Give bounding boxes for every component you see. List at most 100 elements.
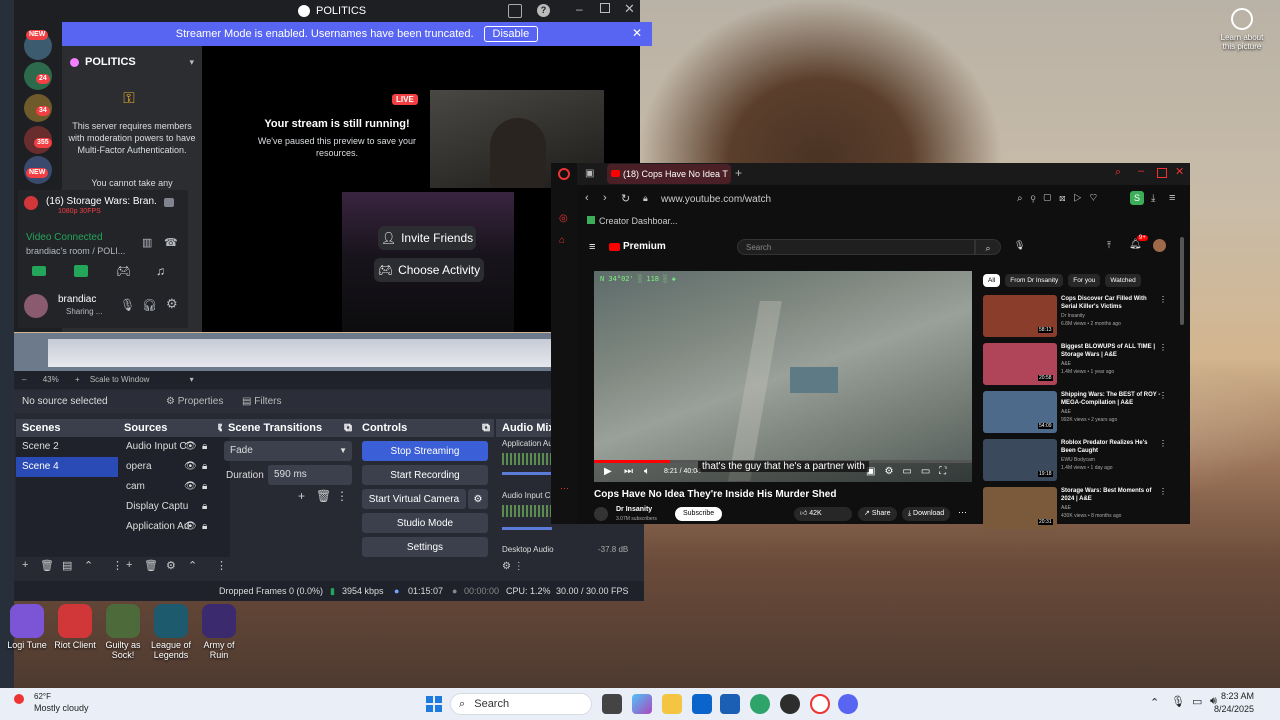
zoom-out-icon[interactable]: – (22, 375, 26, 384)
download-button[interactable]: ⤓ Download (902, 507, 951, 521)
learn-about-picture[interactable]: Learn about this picture (1214, 8, 1270, 51)
trash-icon[interactable]: 🗑︎ (144, 559, 158, 572)
chip-from-channel[interactable]: From Dr Insanity (1005, 274, 1064, 287)
upload-icon[interactable]: ⤒ (1107, 240, 1111, 251)
lock-icon[interactable]: 🔒︎ (202, 477, 207, 497)
lock-icon[interactable]: 🔒︎ (202, 437, 207, 457)
outlook-icon[interactable] (692, 694, 712, 714)
help-icon[interactable]: ? (537, 4, 550, 17)
start-recording-button[interactable]: Start Recording (362, 465, 488, 485)
more-icon[interactable]: ⋮ (216, 559, 227, 572)
mixer-settings-icon[interactable]: ⚙ ⋮ (502, 561, 524, 572)
signal-icon[interactable]: ▥ (142, 236, 152, 249)
zoom-in-icon[interactable]: + (75, 375, 80, 384)
undock-icon[interactable]: ⧉ (482, 419, 490, 437)
player-right-controls[interactable]: ▣⚙▭▭⛶ (866, 466, 955, 477)
youtube-logo[interactable]: Premium (609, 241, 666, 252)
forward-icon[interactable]: › (603, 192, 607, 204)
channel-avatar[interactable] (594, 507, 608, 521)
bookmark-creator-dashboard[interactable]: Creator Dashboar... (587, 216, 678, 226)
clock-time[interactable]: 8:23 AM (1214, 691, 1254, 701)
related-title[interactable]: Storage Wars: Best Moments of 2024 | A&E (1061, 487, 1161, 503)
volume-slider[interactable] (502, 472, 552, 475)
stop-streaming-button[interactable]: Stop Streaming (362, 441, 488, 461)
download-icon[interactable]: ⤓ (1151, 193, 1155, 204)
chip-for-you[interactable]: For you (1068, 274, 1101, 287)
stop-stream-icon[interactable] (164, 198, 174, 207)
task-view-icon[interactable] (602, 694, 622, 714)
chevron-up-icon[interactable]: ⌃ (188, 559, 197, 572)
play-icon[interactable]: ▶ (604, 466, 612, 477)
microphone-icon[interactable]: 🎙︎ (1171, 695, 1185, 708)
file-explorer-icon[interactable] (662, 694, 682, 714)
desktop-icon[interactable]: Army of Ruin (196, 604, 242, 660)
related-video-item[interactable]: 19:18 Roblox Predator Realizes He's Been … (983, 439, 1179, 483)
close-icon[interactable]: ✕ (624, 1, 635, 17)
new-tab-icon[interactable]: + (735, 166, 742, 180)
scale-dropdown[interactable]: Scale to Window (90, 375, 150, 384)
related-title[interactable]: Cops Discover Car Filled With Serial Kil… (1061, 295, 1161, 311)
studio-mode-button[interactable]: Studio Mode (362, 513, 488, 533)
lock-icon[interactable]: 🔒︎ (202, 517, 207, 537)
scene-item[interactable]: Scene 2 (16, 437, 130, 457)
camera-icon[interactable] (32, 266, 46, 276)
gear-icon[interactable]: ⚙ (166, 559, 176, 572)
related-video-item[interactable]: 20:31 Storage Wars: Best Moments of 2024 … (983, 487, 1179, 531)
lock-icon[interactable]: 🔒︎ (202, 457, 207, 477)
duration-input[interactable]: 590 ms (268, 465, 352, 485)
copilot-icon[interactable] (632, 694, 652, 714)
more-icon[interactable]: ⋯ (958, 507, 967, 518)
eye-icon[interactable]: 👁︎ (184, 457, 197, 477)
account-avatar[interactable] (1153, 239, 1166, 252)
undock-icon[interactable]: ⧉ (344, 419, 352, 437)
choose-activity-button[interactable]: 🎮︎ Choose Activity (374, 258, 484, 282)
more-icon[interactable]: ⋮ (1159, 295, 1167, 304)
menu-icon[interactable]: ≡ (1169, 192, 1175, 204)
taskbar-search[interactable]: ⌕ Search (450, 693, 592, 715)
more-icon[interactable]: ⋮ (1159, 343, 1167, 352)
chip-watched[interactable]: Watched (1105, 274, 1141, 287)
like-button[interactable]: 👍︎ 42K (794, 507, 852, 521)
maximize-icon[interactable] (600, 3, 610, 13)
source-item[interactable]: cam 👁︎ 🔒︎ (118, 477, 230, 497)
settings-button[interactable]: Settings (362, 537, 488, 557)
chip-all[interactable]: All (983, 274, 1001, 287)
add-icon[interactable]: + (22, 559, 28, 571)
related-title[interactable]: Roblox Predator Realizes He's Been Caugh… (1061, 439, 1161, 455)
minimize-icon[interactable]: – (576, 2, 583, 16)
hamburger-icon[interactable]: ≡ (589, 241, 595, 253)
desktop-icon[interactable]: League of Legends (148, 604, 194, 660)
aria-icon[interactable]: ◎ (559, 213, 568, 224)
desktop-icon[interactable]: Logi Tune (4, 604, 50, 650)
source-item[interactable]: Display Captu 🔒︎ (118, 497, 230, 517)
properties-button[interactable]: ⚙ Properties (166, 396, 223, 407)
desktop-icon[interactable]: Guilty as Sock! (100, 604, 146, 660)
disconnect-icon[interactable]: ☎ (164, 236, 178, 249)
next-icon[interactable]: ⏭︎ (624, 466, 633, 477)
clock-date[interactable]: 8/24/2025 (1214, 704, 1254, 714)
activity-icon[interactable]: 🎮︎ (116, 264, 131, 278)
soundboard-icon[interactable]: ♫ (156, 264, 165, 278)
filters-button[interactable]: ▤ Filters (242, 396, 281, 407)
store-icon[interactable] (720, 694, 740, 714)
eye-icon[interactable]: 👁︎ (184, 517, 197, 537)
reload-icon[interactable]: ↻ (621, 192, 630, 205)
filter-icon[interactable]: ▤ (62, 559, 72, 572)
eye-icon[interactable]: 👁︎ (184, 437, 197, 457)
trash-icon[interactable]: 🗑︎ (316, 489, 331, 503)
maximize-icon[interactable] (1157, 168, 1167, 178)
lock-icon[interactable]: 🔒︎ (202, 497, 207, 517)
related-video-item[interactable]: 20:58 Biggest BLOWUPS of ALL TIME | Stora… (983, 343, 1179, 387)
trash-icon[interactable]: 🗑︎ (40, 559, 54, 572)
video-player[interactable]: N 34°02' ░ 118 ░ ◈ ▶ ⏭︎ 🔈︎ 8:21 / 40:04 … (594, 271, 972, 482)
page-scrollbar[interactable] (1180, 237, 1184, 325)
opera-icon[interactable] (810, 694, 830, 714)
discord-icon[interactable] (838, 694, 858, 714)
edge-icon[interactable] (750, 694, 770, 714)
close-icon[interactable]: ✕ (1175, 165, 1184, 178)
screen-share-icon[interactable] (74, 265, 88, 277)
microphone-icon[interactable]: 🎙︎ (120, 298, 135, 312)
url-field[interactable]: www.youtube.com/watch (661, 194, 771, 205)
source-item[interactable]: Application Au 👁︎ 🔒︎ (118, 517, 230, 537)
server-header[interactable]: POLITICS ▾ (70, 56, 194, 68)
